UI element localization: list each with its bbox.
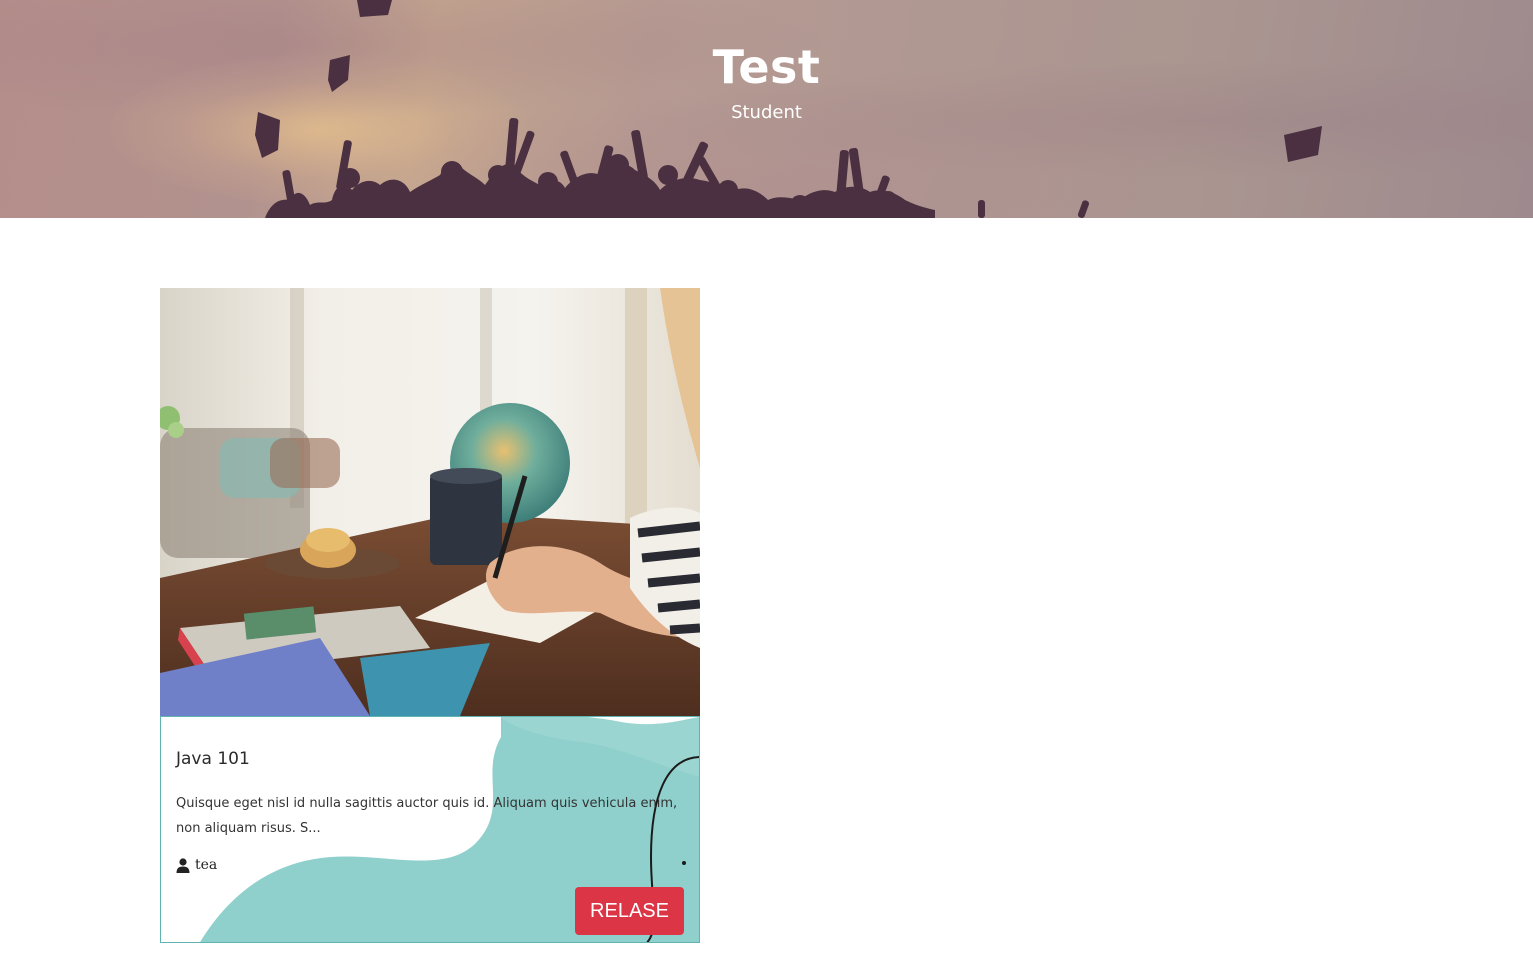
hero-banner: Test Student — [0, 0, 1533, 218]
course-author: tea — [176, 857, 217, 873]
page-title: Test — [712, 40, 821, 94]
course-description: Quisque eget nisl id nulla sagittis auct… — [176, 796, 678, 836]
course-card: Java 101 Quisque eget nisl id nulla sagi… — [160, 288, 700, 943]
user-icon — [176, 857, 190, 873]
page-subtitle: Student — [731, 102, 802, 123]
release-button[interactable]: RELASE — [575, 887, 684, 935]
author-name: tea — [195, 857, 218, 873]
course-image — [160, 288, 700, 716]
course-title: Java 101 — [176, 749, 250, 769]
course-card-body: Java 101 Quisque eget nisl id nulla sagi… — [160, 716, 700, 943]
